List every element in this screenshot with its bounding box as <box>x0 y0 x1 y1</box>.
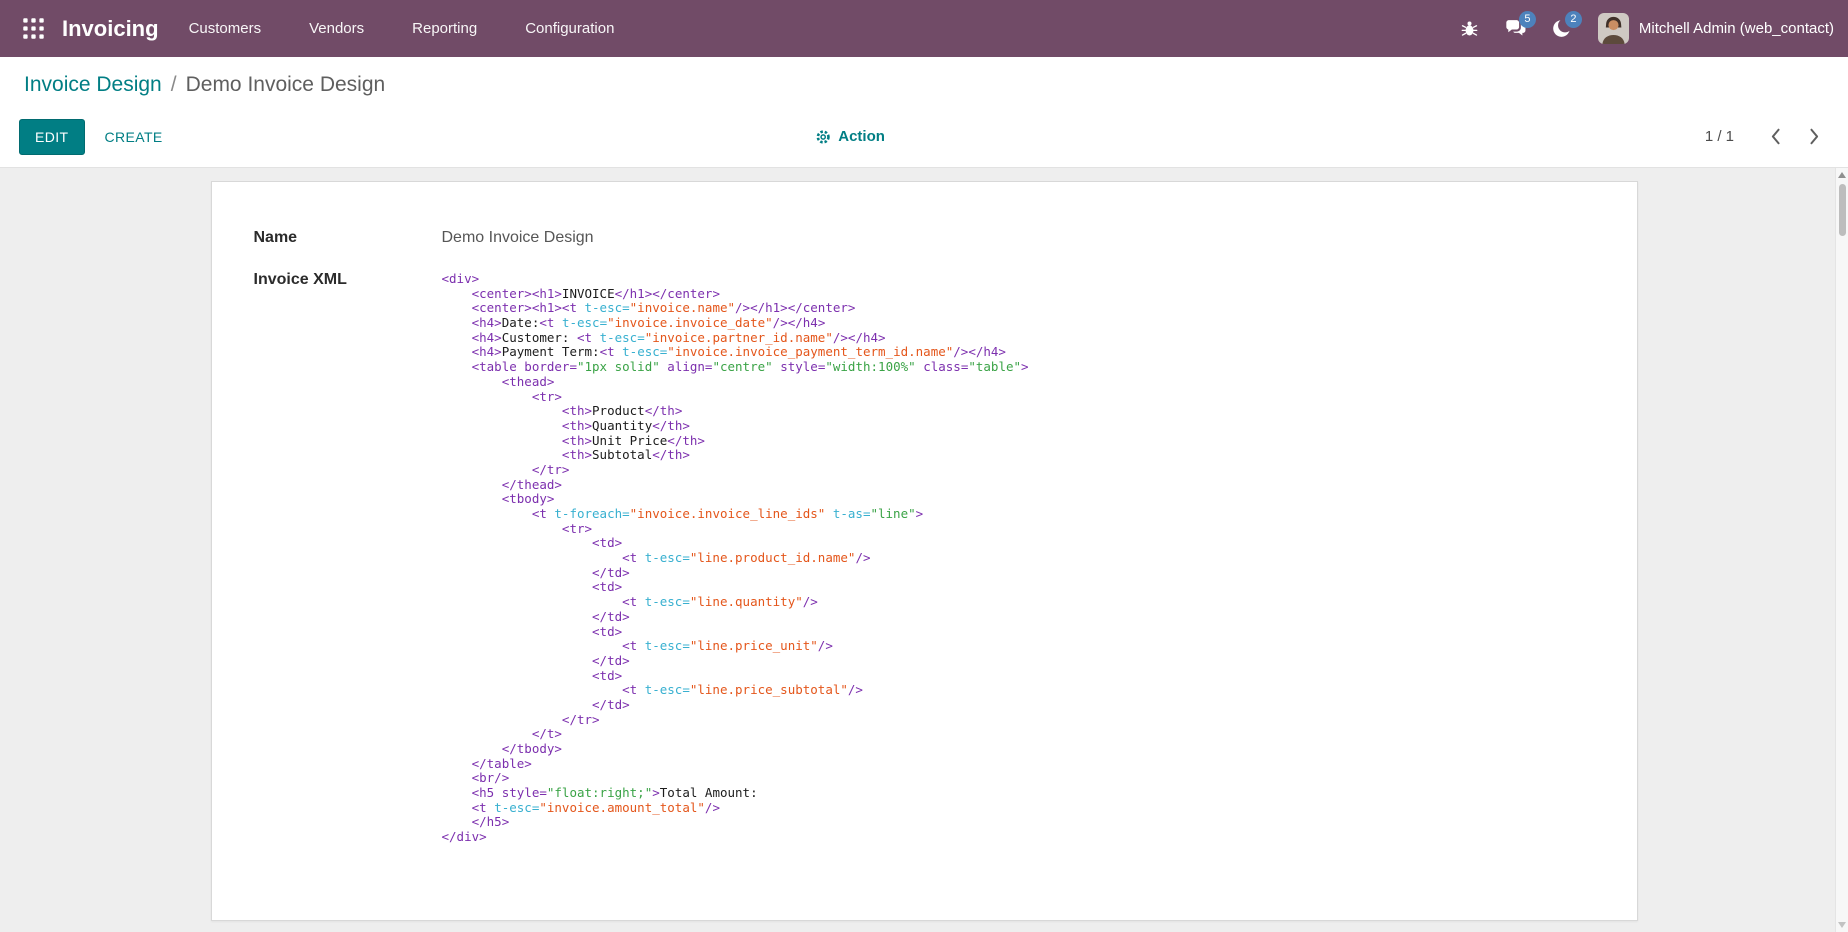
name-field-label: Name <box>254 228 442 248</box>
activities-icon[interactable]: 2 <box>1542 7 1582 51</box>
invoice-xml-field-row: Invoice XML <div> <center><h1>INVOICE</h… <box>254 270 1597 845</box>
control-panel: EDIT CREATE Action 1 / 1 <box>0 112 1848 168</box>
user-name: Mitchell Admin (web_contact) <box>1639 20 1834 37</box>
messages-icon[interactable]: 5 <box>1496 7 1536 51</box>
invoice-xml-field-label: Invoice XML <box>254 270 442 845</box>
create-button[interactable]: CREATE <box>105 129 163 145</box>
invoice-xml-code: <div> <center><h1>INVOICE</h1></center> … <box>442 272 1029 845</box>
pager-value[interactable]: 1 / 1 <box>1705 128 1734 145</box>
scrollbar-down-arrow[interactable] <box>1838 922 1846 928</box>
activities-count-badge: 2 <box>1565 11 1582 28</box>
pager-next-icon[interactable] <box>1802 124 1826 149</box>
app-title[interactable]: Invoicing <box>62 16 159 42</box>
debug-bug-icon[interactable] <box>1450 7 1490 51</box>
invoice-xml-field-value: <div> <center><h1>INVOICE</h1></center> … <box>442 270 1029 845</box>
scrollbar-up-arrow[interactable] <box>1838 172 1846 178</box>
user-menu[interactable]: Mitchell Admin (web_contact) <box>1598 13 1834 44</box>
pager-previous-icon[interactable] <box>1764 124 1788 149</box>
action-label: Action <box>838 128 885 145</box>
menu-item-customers[interactable]: Customers <box>189 20 262 37</box>
breadcrumb-current: Demo Invoice Design <box>186 73 386 97</box>
edit-button[interactable]: EDIT <box>19 119 85 155</box>
main-menu: Customers Vendors Reporting Configuratio… <box>189 20 615 37</box>
systray: 5 2 Mitchell Admin (web_contact) <box>1450 7 1834 51</box>
scrollbar-thumb[interactable] <box>1839 184 1846 236</box>
menu-item-vendors[interactable]: Vendors <box>309 20 364 37</box>
gear-icon <box>815 129 831 145</box>
name-field-value: Demo Invoice Design <box>442 228 594 248</box>
breadcrumb-parent-link[interactable]: Invoice Design <box>24 73 162 97</box>
user-avatar <box>1598 13 1629 44</box>
form-sheet: Name Demo Invoice Design Invoice XML <di… <box>211 181 1638 921</box>
scrollbar[interactable] <box>1835 168 1848 932</box>
content-area: Name Demo Invoice Design Invoice XML <di… <box>0 168 1848 932</box>
action-menu[interactable]: Action <box>815 128 885 145</box>
messages-count-badge: 5 <box>1519 11 1536 28</box>
breadcrumb-separator: / <box>171 73 177 97</box>
pager: 1 / 1 <box>1705 124 1826 149</box>
menu-item-reporting[interactable]: Reporting <box>412 20 477 37</box>
name-field-row: Name Demo Invoice Design <box>254 228 1597 248</box>
menu-item-configuration[interactable]: Configuration <box>525 20 614 37</box>
top-navbar: Invoicing Customers Vendors Reporting Co… <box>0 0 1848 57</box>
breadcrumb: Invoice Design / Demo Invoice Design <box>0 57 1848 112</box>
apps-grid-icon[interactable] <box>12 8 54 50</box>
